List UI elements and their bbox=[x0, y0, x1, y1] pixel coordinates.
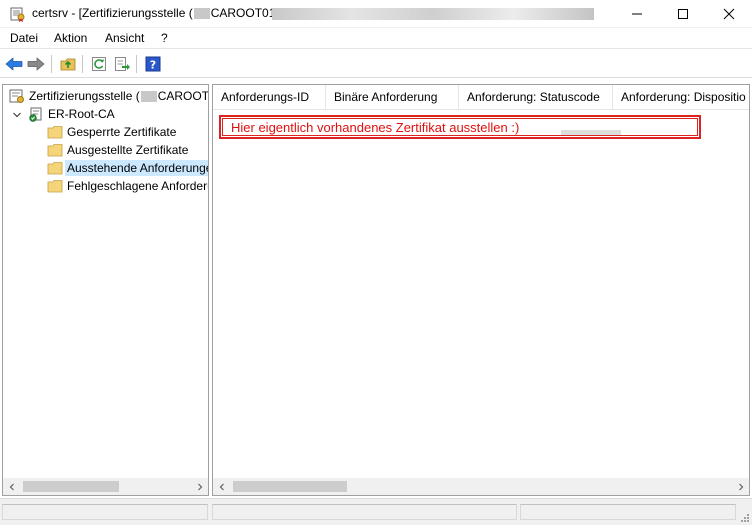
tree-item-label: Ausstehende Anforderungen bbox=[65, 160, 208, 176]
tree-item-er-root-ca-label: ER-Root-CA bbox=[48, 107, 115, 121]
redacted-title-tail bbox=[272, 8, 594, 20]
menu-ansicht[interactable]: Ansicht bbox=[105, 31, 144, 45]
forward-button[interactable] bbox=[26, 54, 46, 74]
redacted-block bbox=[193, 8, 210, 20]
toolbar: ? bbox=[0, 50, 752, 78]
maximize-button[interactable] bbox=[660, 0, 706, 28]
chevron-down-icon[interactable] bbox=[12, 110, 22, 120]
menu-help[interactable]: ? bbox=[161, 31, 168, 45]
tree-item-gesperrte-zertifikate[interactable]: Gesperrte Zertifikate bbox=[47, 123, 176, 141]
tree-item-er-root-ca[interactable]: ER-Root-CA bbox=[28, 105, 115, 123]
toolbar-separator bbox=[82, 55, 83, 73]
tree-item-root-label: Zertifizierungsstelle ( CAROOT0 bbox=[29, 89, 209, 103]
annotation-box: Hier eigentlich vorhandenes Zertifikat a… bbox=[219, 115, 701, 139]
chevron-right-icon bbox=[738, 483, 743, 490]
folder-icon bbox=[47, 144, 63, 157]
menu-bar: Datei Aktion Ansicht ? bbox=[0, 28, 752, 49]
column-header-disposition[interactable]: Anforderung: Dispositio bbox=[613, 85, 749, 110]
export-list-button[interactable] bbox=[112, 54, 132, 74]
forward-arrow-icon bbox=[27, 57, 45, 71]
window-title-host: CAROOT01 bbox=[210, 6, 276, 20]
minimize-icon bbox=[632, 13, 642, 15]
chevron-left-icon bbox=[9, 483, 14, 490]
scroll-thumb[interactable] bbox=[233, 481, 347, 492]
column-header-anforderungs-id[interactable]: Anforderungs-ID bbox=[213, 85, 326, 110]
chevron-right-icon bbox=[197, 483, 202, 490]
scroll-left-button[interactable] bbox=[213, 478, 230, 495]
tree-item-ausstehende-anforderungen[interactable]: Ausstehende Anforderungen bbox=[47, 159, 208, 177]
annotation-text: Hier eigentlich vorhandenes Zertifikat a… bbox=[231, 120, 520, 135]
list-header: Anforderungs-ID Binäre Anforderung Anfor… bbox=[213, 85, 749, 110]
status-segment bbox=[520, 504, 736, 520]
tree-item-fehlgeschlagene-anforderungen[interactable]: Fehlgeschlagene Anforderungen bbox=[47, 177, 208, 195]
refresh-button[interactable] bbox=[89, 54, 109, 74]
svg-text:?: ? bbox=[150, 59, 156, 72]
close-icon bbox=[723, 8, 735, 20]
column-header-statuscode[interactable]: Anforderung: Statuscode bbox=[459, 85, 613, 110]
status-segment bbox=[212, 504, 517, 520]
certsrv-app-icon[interactable] bbox=[10, 6, 26, 22]
tree-item-root[interactable]: Zertifizierungsstelle ( CAROOT0 bbox=[9, 87, 209, 105]
tree-item-ausgestellte-zertifikate[interactable]: Ausgestellte Zertifikate bbox=[47, 141, 188, 159]
status-bar bbox=[0, 498, 752, 525]
tree-item-label: Gesperrte Zertifikate bbox=[67, 125, 177, 139]
tree-item-label: Fehlgeschlagene Anforderungen bbox=[67, 179, 208, 193]
scroll-right-button[interactable] bbox=[732, 478, 749, 495]
back-arrow-icon bbox=[5, 57, 23, 71]
folder-icon bbox=[47, 162, 63, 175]
toolbar-separator bbox=[136, 55, 137, 73]
tree-item-label: Ausgestellte Zertifikate bbox=[67, 143, 189, 157]
toolbar-separator bbox=[51, 55, 52, 73]
column-header-binaere-anforderung[interactable]: Binäre Anforderung bbox=[326, 85, 459, 110]
scroll-right-button[interactable] bbox=[191, 478, 208, 495]
certificate-authority-root-icon bbox=[9, 89, 24, 103]
folder-icon bbox=[47, 126, 63, 139]
window-title-prefix: certsrv - [Zertifizierungsstelle ( bbox=[32, 6, 193, 20]
help-icon: ? bbox=[145, 56, 161, 72]
title-bar: certsrv - [Zertifizierungsstelle ( CAROOT… bbox=[0, 0, 752, 28]
refresh-icon bbox=[92, 57, 106, 71]
list-horizontal-scrollbar[interactable] bbox=[213, 478, 749, 495]
tree-horizontal-scrollbar[interactable] bbox=[3, 478, 208, 495]
back-button[interactable] bbox=[4, 54, 24, 74]
result-list-pane[interactable]: Anforderungs-ID Binäre Anforderung Anfor… bbox=[212, 84, 750, 496]
close-button[interactable] bbox=[706, 0, 752, 28]
chevron-left-icon bbox=[219, 483, 224, 490]
console-tree-pane[interactable]: Zertifizierungsstelle ( CAROOT0 ER-Root-C… bbox=[2, 84, 209, 496]
status-segment bbox=[2, 504, 208, 520]
window-title: certsrv - [Zertifizierungsstelle ( CAROOT… bbox=[32, 6, 275, 20]
menu-datei[interactable]: Datei bbox=[10, 31, 38, 45]
up-folder-icon bbox=[60, 58, 76, 71]
tree-root-label-prefix: Zertifizierungsstelle ( bbox=[29, 89, 140, 103]
certificate-authority-icon bbox=[29, 107, 42, 122]
redacted-block bbox=[140, 91, 157, 103]
scroll-left-button[interactable] bbox=[3, 478, 20, 495]
tree-root-label-host: CAROOT0 bbox=[157, 89, 209, 103]
folder-icon bbox=[47, 180, 63, 193]
minimize-button[interactable] bbox=[614, 0, 660, 28]
menu-aktion[interactable]: Aktion bbox=[54, 31, 87, 45]
up-one-level-button[interactable] bbox=[58, 54, 78, 74]
maximize-icon bbox=[678, 9, 688, 19]
scroll-thumb[interactable] bbox=[23, 481, 119, 492]
help-button[interactable]: ? bbox=[143, 54, 163, 74]
annotation-ghost-text bbox=[561, 130, 621, 135]
export-list-icon bbox=[115, 57, 130, 71]
resize-grip-icon[interactable] bbox=[738, 511, 750, 523]
